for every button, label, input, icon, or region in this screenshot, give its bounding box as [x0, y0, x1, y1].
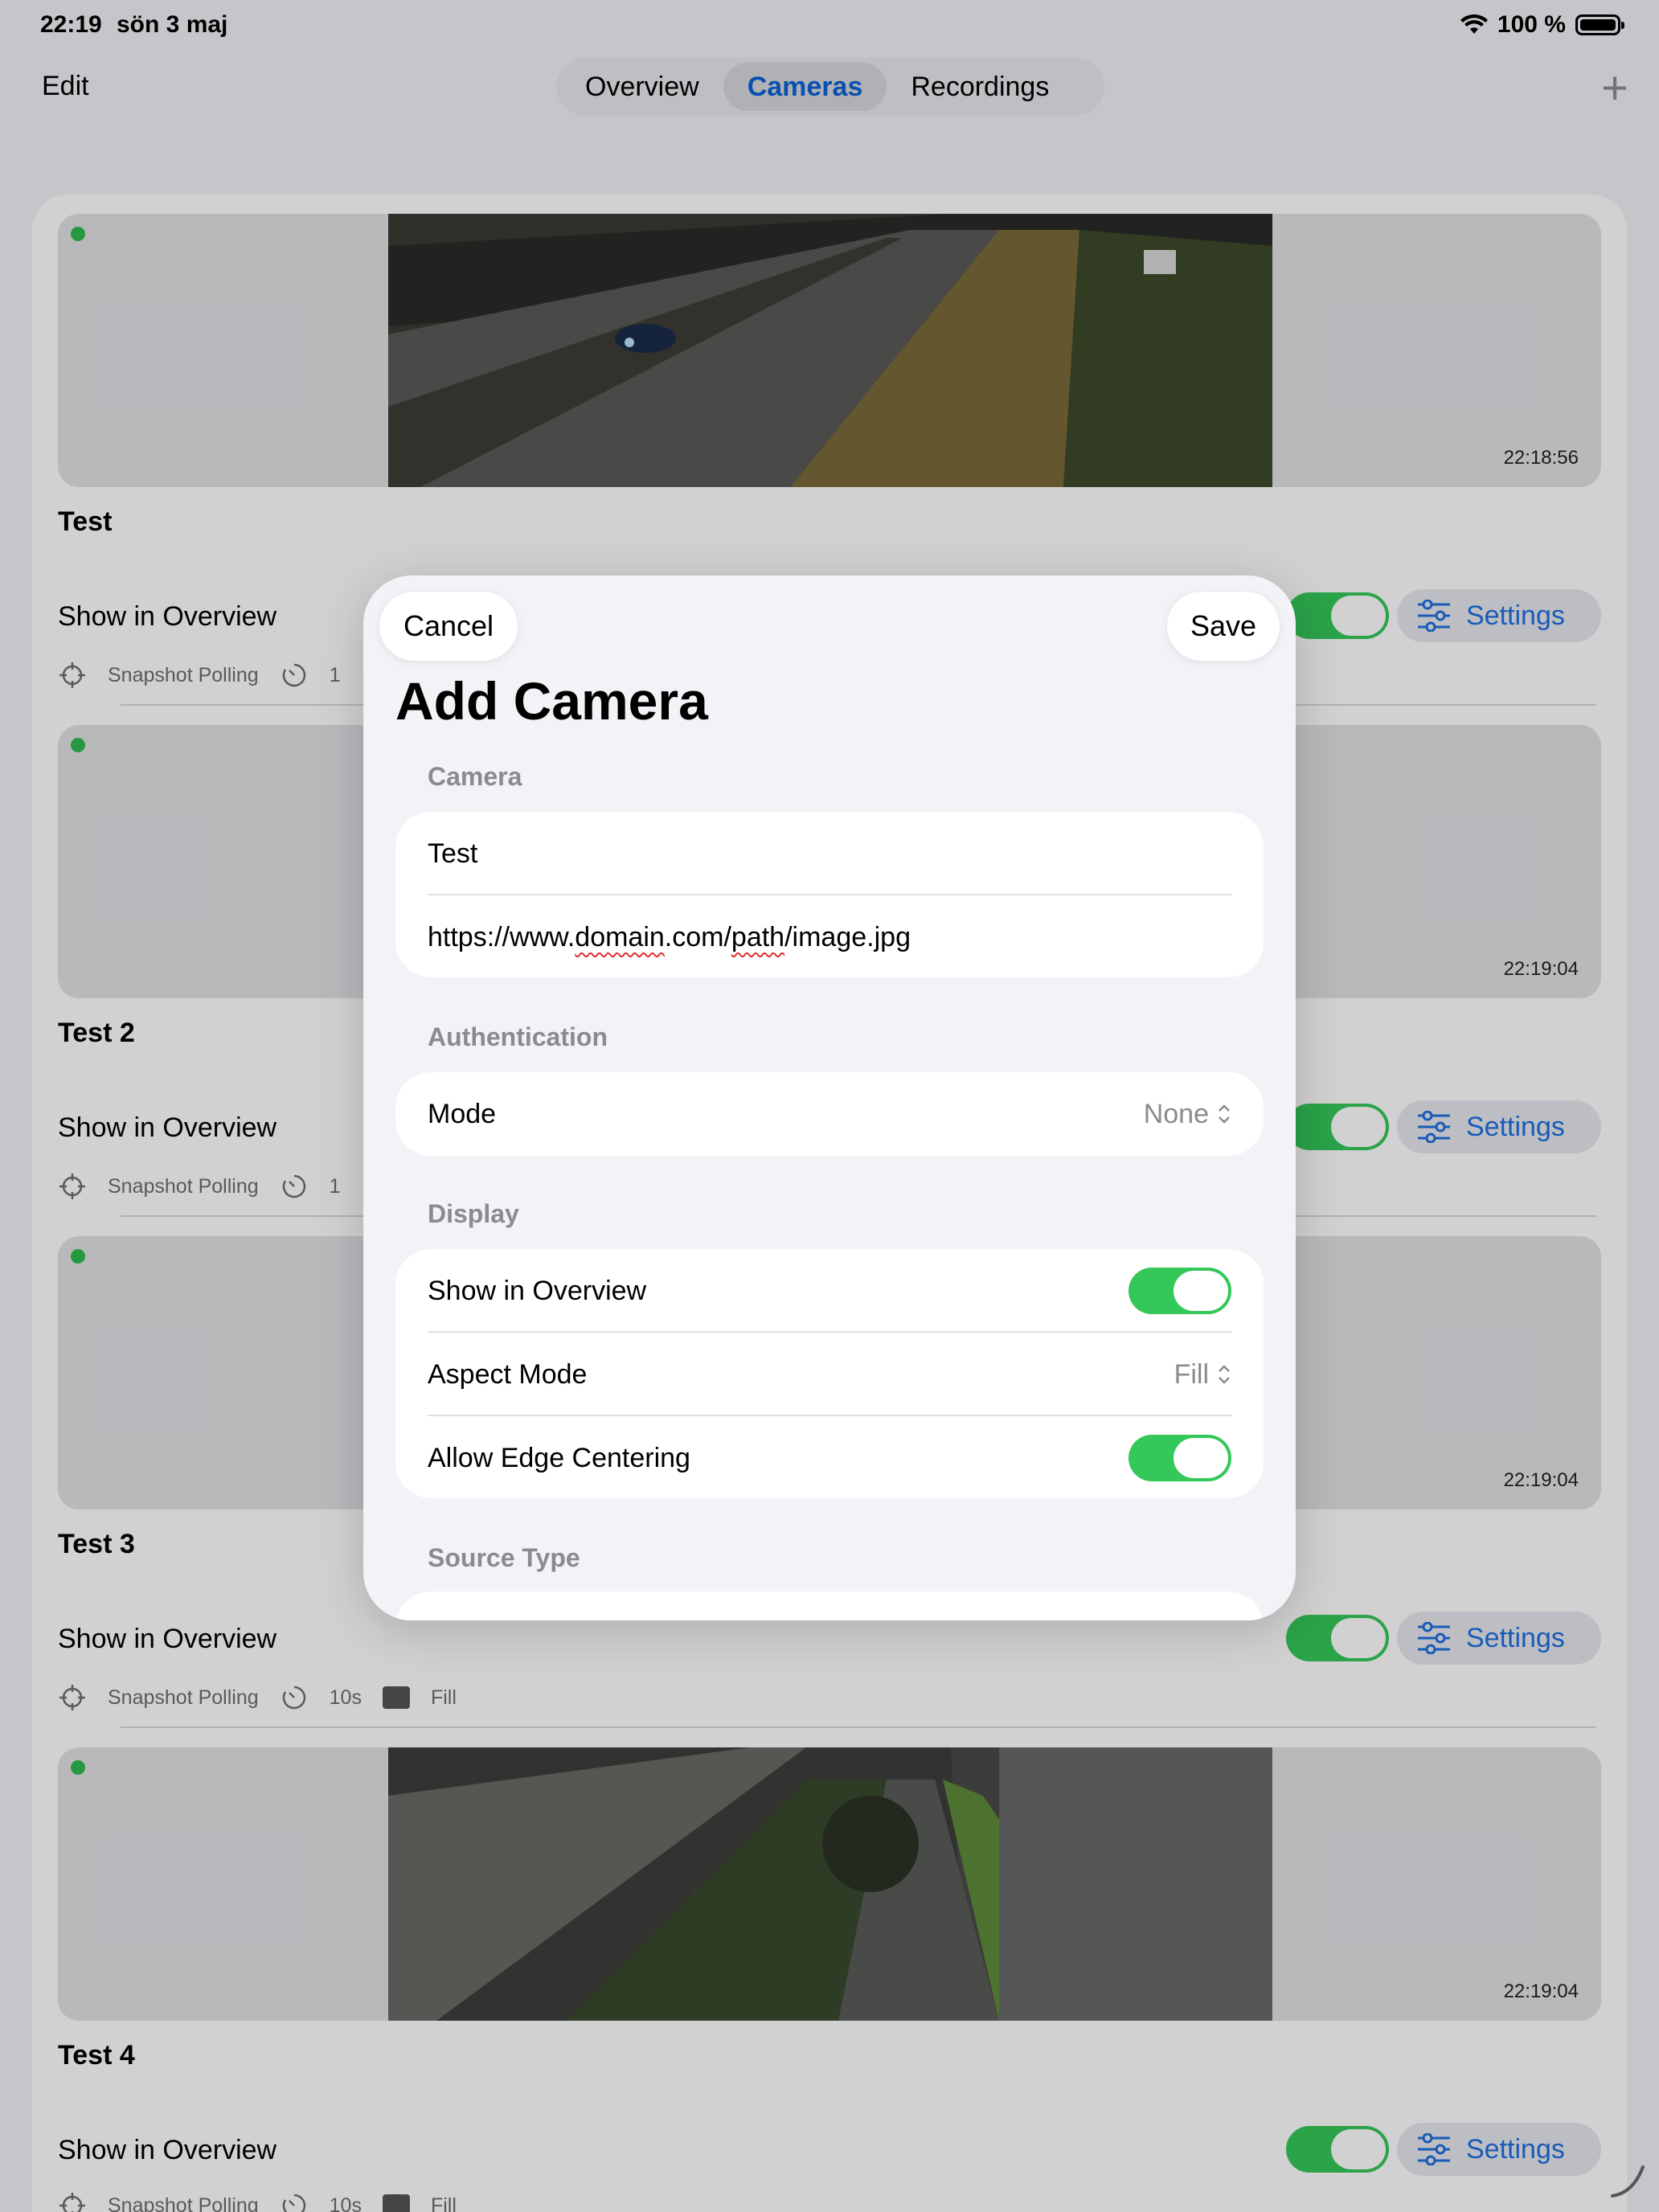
section-header-camera: Camera [428, 762, 522, 791]
camera-url-value: https://www.domain.com/path/image.jpg [428, 921, 911, 952]
chevron-up-down-icon [1219, 1365, 1230, 1384]
edge-centering-toggle[interactable] [1129, 1435, 1231, 1481]
show-in-overview-row: Show in Overview [428, 1249, 1231, 1333]
aspect-mode-row[interactable]: Aspect Mode Fill [428, 1333, 1231, 1416]
cancel-button[interactable]: Cancel [379, 592, 518, 661]
add-camera-sheet: Cancel Save Add Camera Camera Test https… [363, 576, 1296, 1620]
show-in-overview-label: Show in Overview [428, 1275, 647, 1306]
sheet-title: Add Camera [395, 671, 708, 731]
save-button[interactable]: Save [1167, 592, 1280, 661]
camera-name-field[interactable]: Test [428, 812, 1231, 895]
display-group: Show in Overview Aspect Mode Fill Allow … [395, 1249, 1264, 1498]
auth-mode-picker[interactable]: None [1144, 1099, 1231, 1130]
auth-mode-label: Mode [428, 1098, 497, 1129]
camera-name-value: Test [428, 838, 478, 869]
section-header-source-type: Source Type [428, 1543, 580, 1572]
camera-url-field[interactable]: https://www.domain.com/path/image.jpg [428, 895, 1231, 979]
aspect-mode-picker[interactable]: Fill [1174, 1359, 1231, 1391]
aspect-mode-label: Aspect Mode [428, 1358, 588, 1390]
source-type-group [395, 1591, 1264, 1620]
edge-centering-label: Allow Edge Centering [428, 1442, 690, 1473]
aspect-mode-value: Fill [1174, 1358, 1209, 1390]
chevron-up-down-icon [1219, 1104, 1230, 1124]
section-header-display: Display [428, 1199, 519, 1228]
edge-centering-row: Allow Edge Centering [428, 1416, 1231, 1500]
show-in-overview-toggle[interactable] [1129, 1268, 1231, 1314]
camera-fields-group: Test https://www.domain.com/path/image.j… [395, 812, 1264, 977]
auth-mode-value: None [1143, 1098, 1209, 1129]
auth-mode-row[interactable]: Mode None [428, 1072, 1231, 1156]
auth-group: Mode None [395, 1072, 1264, 1156]
section-header-authentication: Authentication [428, 1022, 608, 1051]
resize-handle-icon[interactable] [1609, 2162, 1646, 2199]
